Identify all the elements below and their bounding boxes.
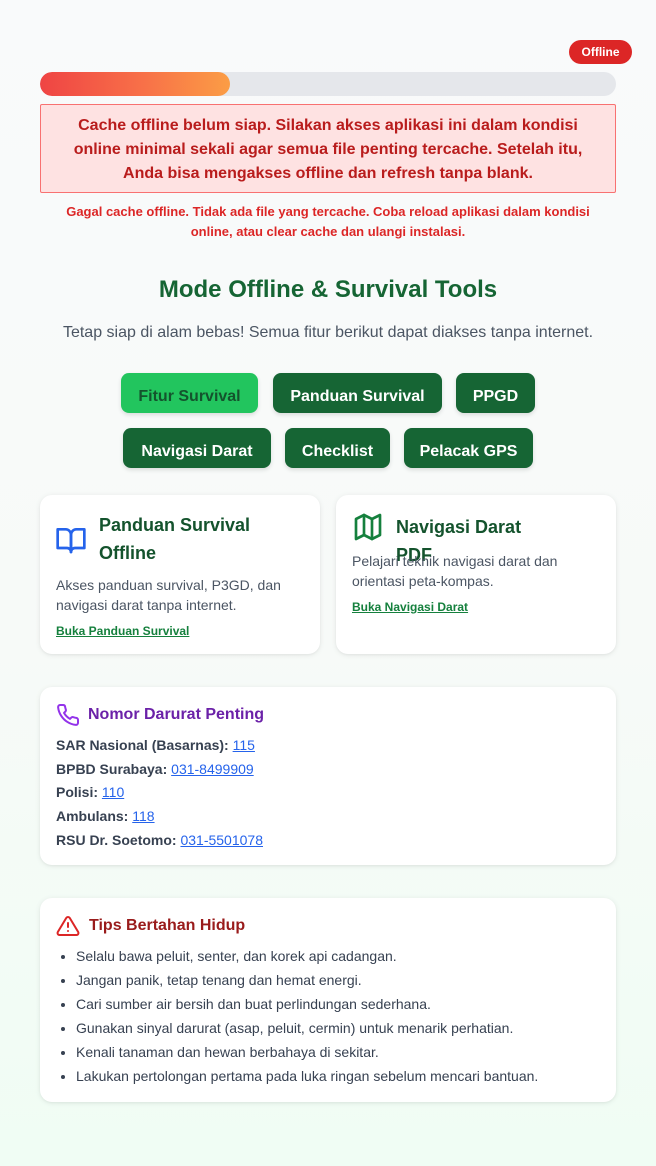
tip-item: Jangan panik, tetap tenang dan hemat ene… — [76, 968, 606, 992]
tip-item: Kenali tanaman dan hewan berbahaya di se… — [76, 1040, 606, 1064]
tip-item: Selalu bawa peluit, senter, dan korek ap… — [76, 944, 606, 968]
ppgd-button[interactable]: PPGD — [456, 373, 535, 413]
navigasi-card-description: Pelajari teknik navigasi darat dan orien… — [352, 551, 557, 591]
emergency-numbers-card: Nomor Darurat Penting SAR Nasional (Basa… — [40, 687, 616, 865]
title-line: Panduan Survival — [99, 515, 251, 535]
contact-number-link[interactable]: 031-5501078 — [180, 832, 263, 848]
contact-label: Polisi: — [56, 784, 99, 800]
navigasi-card-title: Navigasi Darat — [396, 513, 521, 541]
contact-number-link[interactable]: 118 — [132, 808, 154, 824]
tip-item: Gunakan sinyal darurat (asap, peluit, ce… — [76, 1016, 606, 1040]
contact-label: BPBD Surabaya: — [56, 761, 168, 777]
warning-triangle-icon — [56, 915, 80, 936]
emergency-title: Nomor Darurat Penting — [88, 706, 265, 723]
tip-item: Lakukan pertolongan pertama pada luka ri… — [76, 1064, 606, 1088]
contact-label: Ambulans: — [56, 808, 129, 824]
contact-number-link[interactable]: 115 — [233, 737, 255, 753]
tip-item: Cari sumber air bersih dan buat perlindu… — [76, 992, 606, 1016]
book-open-icon — [56, 528, 86, 554]
contact-row: Polisi: 110 — [56, 782, 124, 802]
survival-tips-card: Tips Bertahan Hidup Selalu bawa peluit, … — [40, 898, 616, 1102]
contact-row: Ambulans: 118 — [56, 806, 155, 826]
alert-line: online minimal sekali agar semua file pe… — [73, 141, 583, 158]
desc-line: Pelajari teknik navigasi darat dan — [352, 553, 558, 569]
contact-number-link[interactable]: 110 — [102, 784, 124, 800]
panduan-survival-button[interactable]: Panduan Survival — [273, 373, 442, 413]
tips-title: Tips Bertahan Hidup — [89, 917, 246, 934]
cache-progress-bar — [40, 72, 616, 96]
cache-progress-fill — [40, 72, 231, 96]
page-subtitle: Tetap siap di alam bebas! Semua fitur be… — [62, 324, 594, 341]
contact-label: RSU Dr. Soetomo: — [56, 832, 177, 848]
contact-row: RSU Dr. Soetomo: 031-5501078 — [56, 830, 263, 850]
error-line: online, atau clear cache dan ulangi inst… — [190, 224, 466, 239]
title-line: Navigasi Darat — [396, 517, 522, 537]
desc-line: orientasi peta-kompas. — [352, 573, 494, 589]
desc-line: Akses panduan survival, P3GD, dan — [56, 577, 281, 593]
map-icon — [354, 513, 382, 541]
navigasi-darat-button[interactable]: Navigasi Darat — [123, 428, 271, 468]
panduan-card-description: Akses panduan survival, P3GD, dan naviga… — [56, 575, 281, 615]
page-title: Mode Offline & Survival Tools — [158, 276, 498, 303]
panduan-card-title: Panduan Survival Offline — [99, 511, 250, 567]
navigasi-darat-card: Navigasi Darat PDF Pelajari teknik navig… — [336, 495, 616, 654]
open-navigasi-darat-link[interactable]: Buka Navigasi Darat — [352, 600, 468, 614]
contact-row: BPBD Surabaya: 031-8499909 — [56, 759, 254, 779]
open-panduan-survival-link[interactable]: Buka Panduan Survival — [56, 624, 189, 638]
panduan-survival-card: Panduan Survival Offline Akses panduan s… — [40, 495, 320, 654]
contact-label: SAR Nasional (Basarnas): — [56, 737, 229, 753]
cache-warning-alert: Cache offline belum siap. Silakan akses … — [40, 104, 616, 193]
alert-line: Cache offline belum siap. Silakan akses … — [78, 117, 578, 134]
error-line: Gagal cache offline. Tidak ada file yang… — [66, 204, 590, 219]
fitur-survival-button[interactable]: Fitur Survival — [121, 373, 258, 413]
contact-number-link[interactable]: 031-8499909 — [171, 761, 254, 777]
offline-status-badge: Offline — [569, 40, 632, 64]
desc-line: navigasi darat tanpa internet. — [56, 597, 237, 613]
pelacak-gps-button[interactable]: Pelacak GPS — [404, 428, 533, 468]
phone-icon — [57, 703, 80, 726]
alert-line: Anda bisa mengakses offline dan refresh … — [123, 165, 533, 182]
cache-error-message: Gagal cache offline. Tidak ada file yang… — [40, 202, 616, 242]
tips-list: Selalu bawa peluit, senter, dan korek ap… — [76, 944, 606, 1088]
title-line: Offline — [99, 543, 156, 563]
checklist-button[interactable]: Checklist — [285, 428, 390, 468]
contact-row: SAR Nasional (Basarnas): 115 — [56, 735, 255, 755]
